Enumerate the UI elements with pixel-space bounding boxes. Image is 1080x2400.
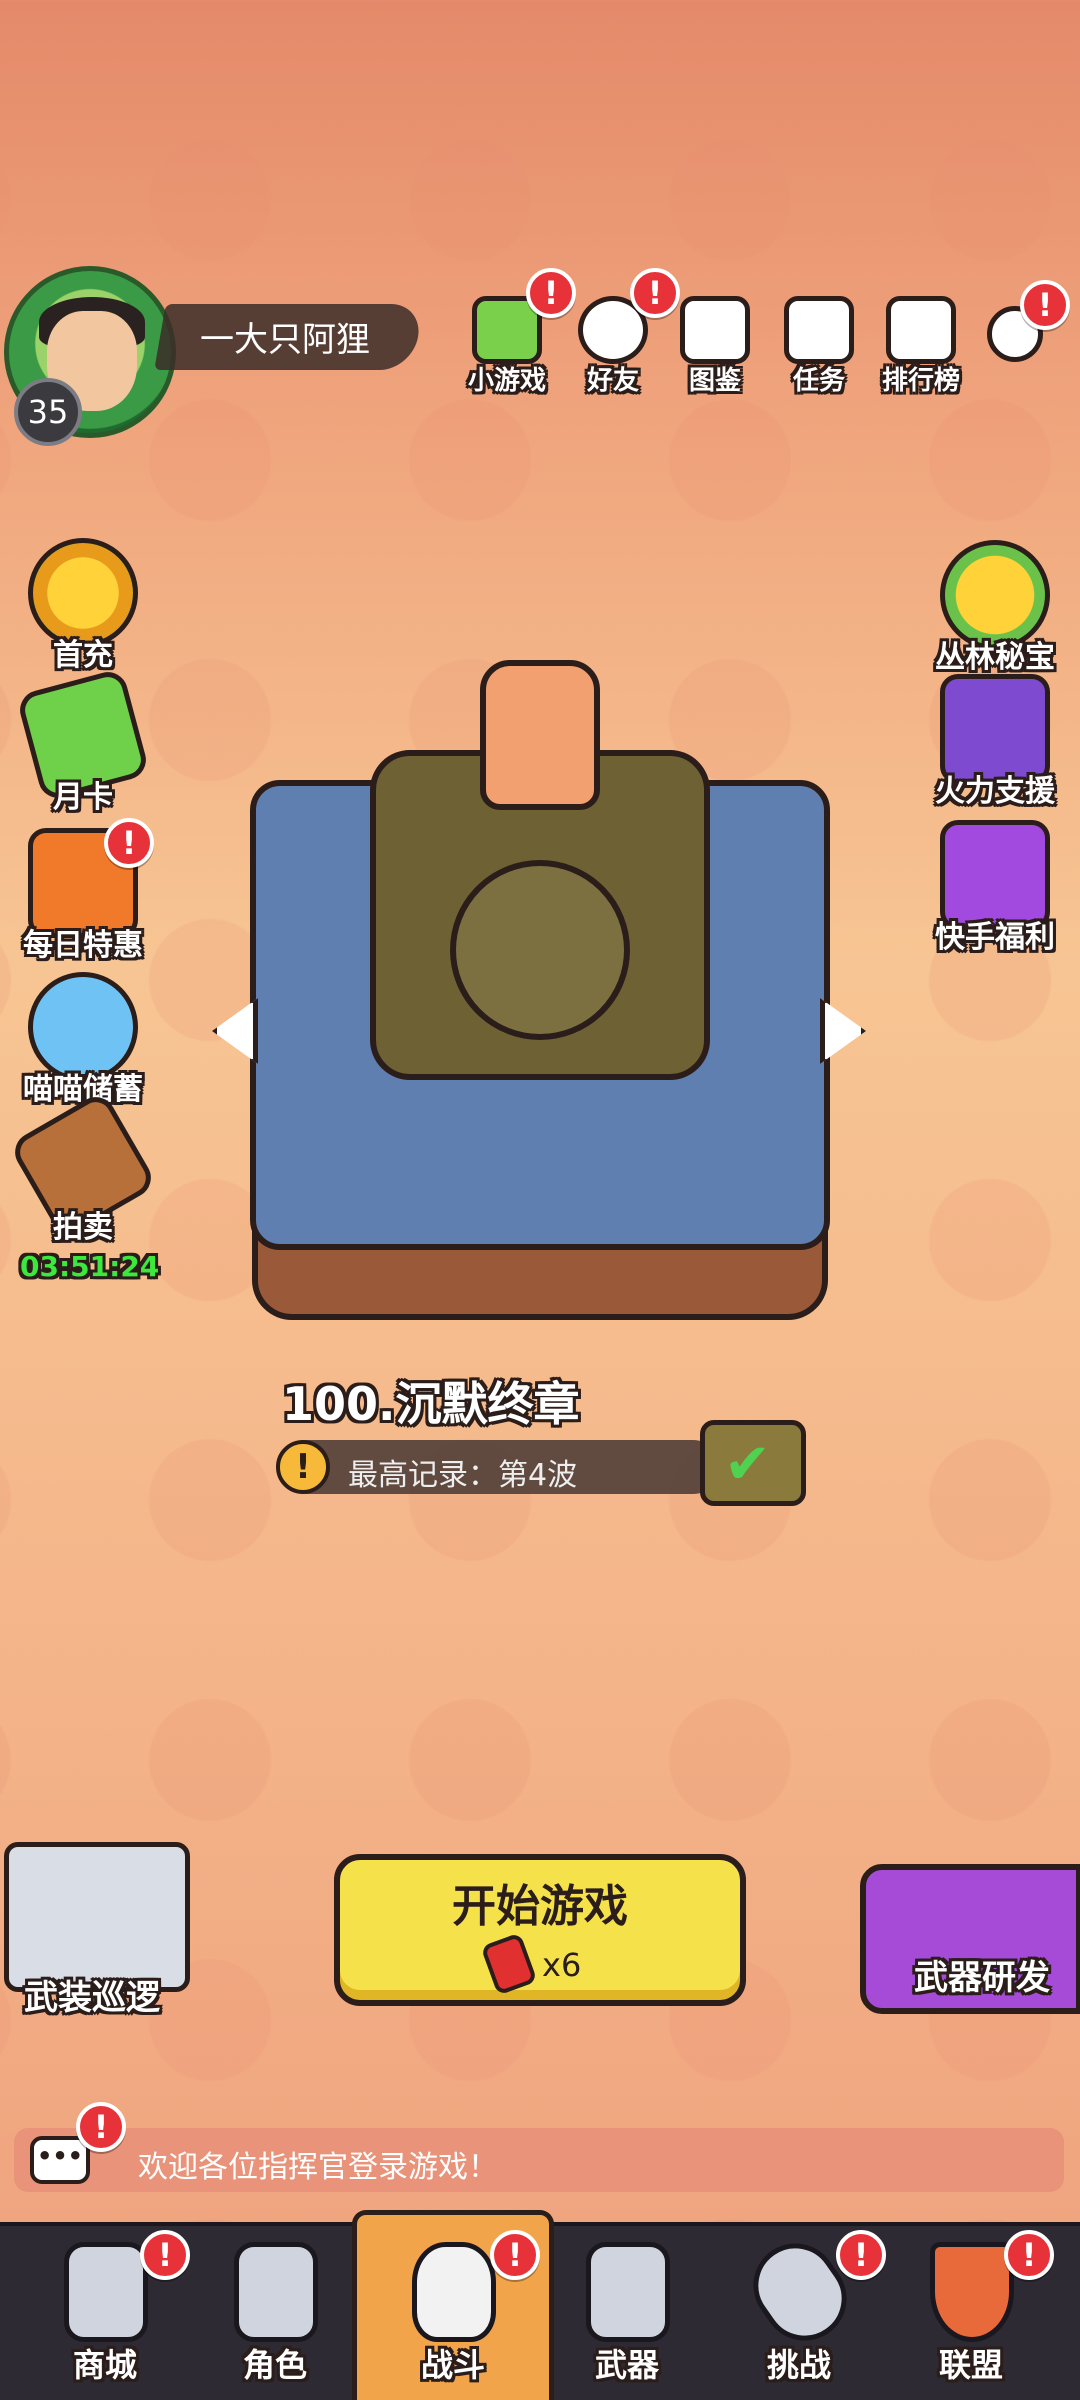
top-menu-label: 图鉴 [688,366,741,396]
character-icon [234,2242,318,2342]
nav-label: 角色 [242,2346,307,2384]
checkmark-icon: ✔ [724,1432,771,1497]
previous-stage-arrow-icon[interactable] [212,998,258,1064]
nav-label: 商城 [72,2346,137,2384]
top-menu-codex[interactable]: 图鉴 [670,296,760,397]
tank-turret [450,860,630,1040]
chat-message: 欢迎各位指挥官登录游戏！ [138,2150,498,2185]
next-stage-arrow-icon[interactable] [820,998,866,1064]
weapon-research-label: 武器研发 [914,1958,1050,1998]
notification-badge: ! [1004,2230,1054,2280]
notification-badge: ! [76,2102,126,2152]
weapon-icon [586,2242,670,2342]
stage-preview[interactable] [250,660,830,1320]
armed-patrol-button[interactable]: 武装巡逻 [0,1830,200,2020]
nav-weapon[interactable]: 武器 [552,2232,702,2400]
side-label: 丛林秘宝 [935,640,1055,675]
side-label: 首充 [53,638,113,673]
top-menu-label: 任务 [792,366,845,396]
nav-label: 战斗 [420,2346,485,2384]
battle-icon [412,2242,496,2342]
nav-label: 武器 [594,2346,659,2384]
notification-badge: ! [836,2230,886,2280]
nav-label: 挑战 [766,2346,831,2384]
side-label: 月卡 [53,780,113,815]
side-first-recharge[interactable]: 首充 [8,538,158,674]
notification-badge: ! [104,818,154,868]
side-label: 快手福利 [935,920,1055,955]
side-cat-savings[interactable]: 喵喵储蓄 [8,972,158,1108]
nav-label: 联盟 [938,2346,1003,2384]
side-fire-support[interactable]: 火力支援 [920,674,1070,810]
top-menu-label: 排行榜 [881,366,960,396]
tasks-icon [784,296,854,364]
side-label: 拍卖 [53,1210,113,1245]
codex-icon [680,296,750,364]
side-label: 每日特惠 [23,928,143,963]
notification-badge: ! [1020,280,1070,330]
player-level-badge: 35 [14,378,82,446]
top-menu-label: 好友 [586,366,639,396]
top-menu-tasks[interactable]: 任务 [774,296,864,397]
patrol-label: 武装巡逻 [24,1978,160,2018]
top-menu-leaderboard[interactable]: 排行榜 [876,296,966,397]
boss-character [480,660,600,810]
alliance-icon [930,2242,1014,2342]
shop-icon [64,2242,148,2342]
notification-badge: ! [140,2230,190,2280]
player-name: 一大只阿狸 [200,320,370,360]
stage-title: 100.沉默终章 [282,1377,580,1431]
notification-badge: ! [490,2230,540,2280]
side-jungle-treasure[interactable]: 丛林秘宝 [920,540,1070,676]
best-record-text: 最高记录：第4波 [348,1458,578,1493]
start-cost: x6 [542,1946,582,1984]
record-info-icon: ! [276,1440,330,1494]
leaderboard-icon [886,296,956,364]
side-label: 火力支援 [935,774,1055,809]
side-kuaishou-welfare[interactable]: 快手福利 [920,820,1070,956]
nav-character[interactable]: 角色 [200,2232,350,2400]
start-game-label: 开始游戏 [452,1881,628,1932]
top-menu-label: 小游戏 [467,366,546,396]
side-auction[interactable]: 拍卖 [7,1089,159,1246]
side-monthly-card[interactable]: 月卡 [8,667,158,816]
auction-timer: 03:51:24 [20,1250,160,1283]
